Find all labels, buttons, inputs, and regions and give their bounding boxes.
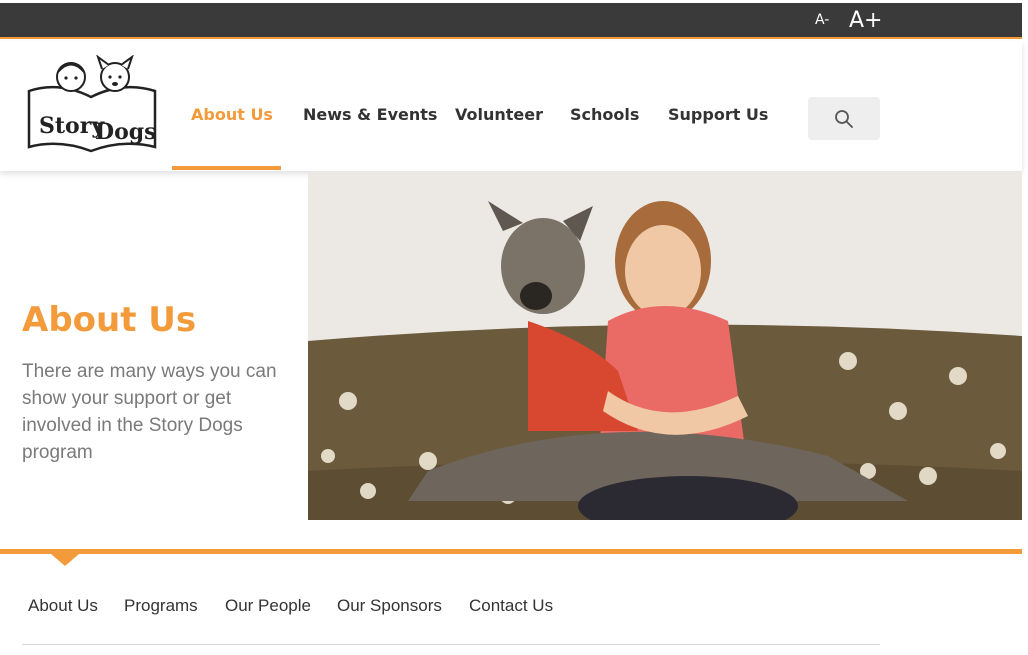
subnav-item-our-sponsors[interactable]: Our Sponsors [337, 596, 442, 616]
subnav-item-contact-us[interactable]: Contact Us [469, 596, 553, 616]
page-title: About Us [22, 300, 197, 340]
subnav-item-about-us[interactable]: About Us [28, 596, 98, 616]
site-header: Story Dogs About Us News & Events Volunt… [0, 41, 1022, 171]
nav-active-indicator [172, 166, 281, 170]
section-divider [0, 549, 1022, 554]
subnav-item-programs[interactable]: Programs [124, 596, 198, 616]
nav-item-support-us[interactable]: Support Us [668, 105, 768, 124]
font-decrease-button[interactable]: A- [815, 12, 829, 28]
subnav-item-our-people[interactable]: Our People [225, 596, 311, 616]
subnav-active-pointer [51, 554, 79, 566]
search-button[interactable] [808, 97, 880, 140]
story-dogs-logo[interactable]: Story Dogs [25, 55, 160, 155]
font-increase-button[interactable]: A+ [849, 8, 882, 33]
subnav-divider [22, 644, 880, 645]
search-icon [835, 110, 853, 128]
nav-item-about-us[interactable]: About Us [191, 105, 273, 124]
top-utility-bar: A- A+ [0, 3, 1022, 39]
nav-item-news-events[interactable]: News & Events [303, 105, 437, 124]
hero-description: There are many ways you can show your su… [22, 361, 277, 463]
hero-photo-girl-with-dog [308, 171, 1022, 520]
nav-item-schools[interactable]: Schools [570, 105, 639, 124]
nav-item-volunteer[interactable]: Volunteer [455, 105, 543, 124]
logo-text-dogs: Dogs [95, 119, 157, 145]
hero-text: About Us There are many ways you can sho… [22, 300, 292, 466]
